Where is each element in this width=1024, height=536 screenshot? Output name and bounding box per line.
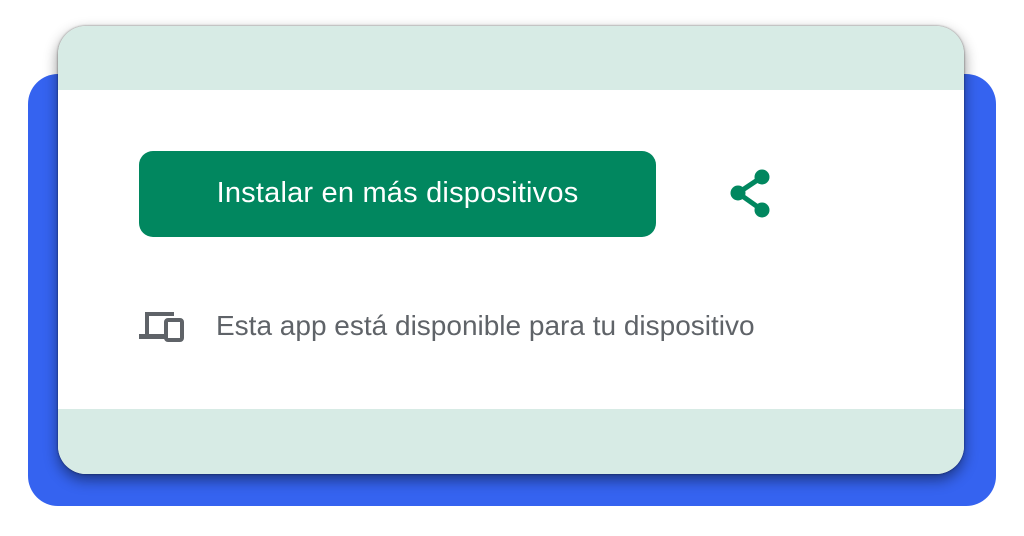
card-header-band — [58, 26, 964, 90]
app-install-card: Instalar en más dispositivos Esta app es… — [58, 26, 964, 474]
devices-icon — [138, 304, 186, 348]
share-button[interactable] — [722, 166, 778, 222]
share-icon — [730, 169, 770, 218]
card-footer-band — [58, 409, 964, 474]
availability-text: Esta app está disponible para tu disposi… — [216, 310, 755, 341]
install-more-devices-button[interactable]: Instalar en más dispositivos — [139, 151, 656, 237]
device-availability-row: Esta app está disponible para tu disposi… — [138, 304, 755, 348]
install-button-label: Instalar en más dispositivos — [216, 176, 579, 209]
